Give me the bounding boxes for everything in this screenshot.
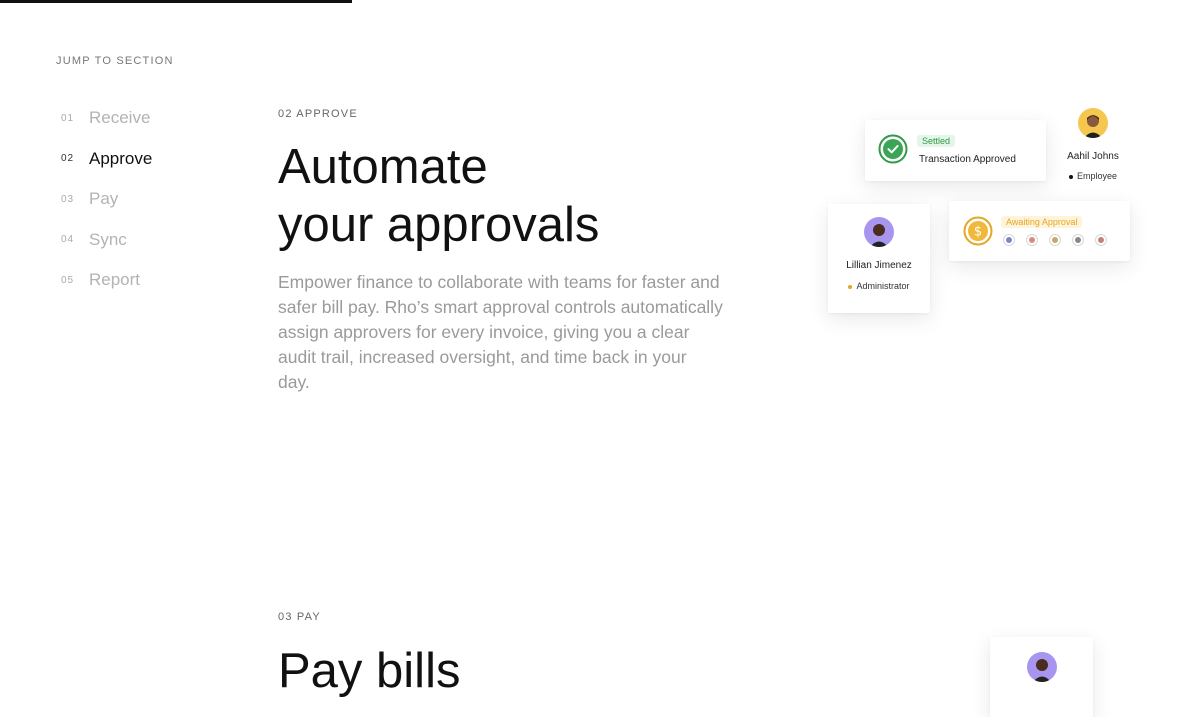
nav-item-report[interactable]: 05 Report [61,260,152,301]
nav-item-label: Sync [89,229,127,249]
nav-item-label: Report [89,270,141,290]
person-avatar-icon [1032,659,1051,682]
person-role: Employee [1058,171,1128,181]
nav-item-number: 04 [61,234,75,246]
approve-body-text: Empower finance to collaborate with team… [278,272,723,392]
headline-line-1: Pay bills [278,644,461,698]
approver-avatar-icon [1026,234,1038,246]
scroll-progress-bar [0,0,352,3]
person-name: Aahil Johns [1067,151,1119,162]
dollar-coin-icon: $ [963,216,993,246]
awaiting-approval-badge: Awaiting Approval [1001,216,1083,228]
nav-item-label: Receive [89,108,151,128]
pay-eyebrow: 03 PAY [278,611,321,623]
person-name: Lillian Jimenez [846,260,912,271]
nav-item-approve[interactable]: 02 Approve [61,139,152,180]
nav-item-pay[interactable]: 03 Pay [61,179,152,220]
svg-text:$: $ [974,225,982,240]
pay-headline: Pay bills [278,642,460,700]
approver-avatar-icon [1049,234,1061,246]
approver-avatars [1003,234,1107,246]
nav-item-label: Approve [89,148,153,168]
role-dot-icon [848,284,853,289]
avatar [1078,108,1108,138]
nav-item-sync[interactable]: 04 Sync [61,220,152,261]
approve-headline: Automate your approvals [278,138,599,254]
headline-line-2: your approvals [278,198,600,252]
role-label: Administrator [856,281,910,291]
nav-item-label: Pay [89,189,119,209]
nav-item-number: 01 [61,112,75,124]
approve-eyebrow: 02 APPROVE [278,108,358,120]
role-dot-icon [1068,174,1073,179]
approver-avatar-icon [1072,234,1084,246]
nav-item-number: 03 [61,193,75,205]
avatar [864,217,894,247]
approver-avatar-icon [1003,234,1015,246]
headline-line-1: Automate [278,140,488,194]
person-avatar-icon [1084,115,1102,138]
role-label: Employee [1076,171,1118,181]
pay-preview-card [990,637,1093,717]
transaction-approved-card: Settled Transaction Approved [865,120,1046,181]
check-circle-icon [878,134,908,164]
employee-profile: Aahil Johns Employee [1058,108,1128,181]
avatar [1026,652,1057,682]
nav-item-number: 05 [61,274,75,286]
jump-to-section-title: JUMP TO SECTION [56,55,174,67]
awaiting-approval-card: $ Awaiting Approval [949,201,1130,261]
nav-item-receive[interactable]: 01 Receive [61,98,152,139]
approver-avatar-icon [1095,234,1107,246]
section-nav: 01 Receive 02 Approve 03 Pay 04 Sync 05 … [61,98,152,301]
nav-item-number: 02 [61,153,75,165]
person-role: Administrator [828,281,930,291]
settled-badge: Settled [917,135,956,147]
person-avatar-icon [870,224,888,247]
transaction-status-text: Transaction Approved [919,154,1016,165]
administrator-card: Lillian Jimenez Administrator [828,204,930,313]
